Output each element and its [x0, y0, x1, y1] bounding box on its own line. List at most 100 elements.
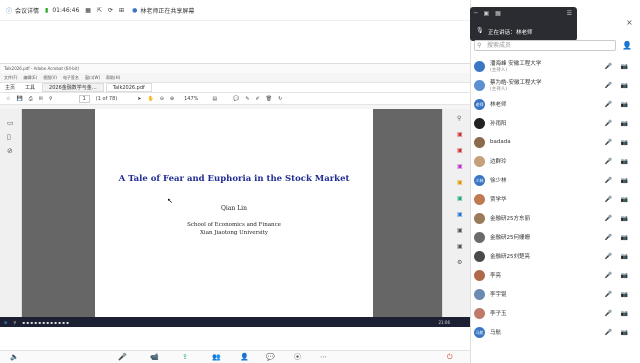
record-icon[interactable]: ⦿	[294, 352, 301, 362]
print-icon[interactable]: ⎙	[29, 96, 33, 102]
gallery-icon[interactable]: ▦	[495, 10, 501, 17]
member-row[interactable]: 李宇锟 🎤 📷	[474, 286, 634, 302]
tool-create-icon[interactable]: ▣	[457, 147, 463, 154]
camera-off-icon[interactable]: 📷	[621, 158, 628, 165]
invite-icon[interactable]: 👤	[240, 353, 249, 361]
tool-comment-icon[interactable]: ▣	[457, 179, 463, 186]
pages-icon[interactable]: ▯	[7, 133, 11, 141]
layout-icon[interactable]: ▦	[85, 7, 91, 14]
refresh-icon[interactable]: ⟳	[108, 7, 113, 14]
mic-muted-icon[interactable]: 🎤	[605, 215, 612, 222]
taskbar-search-icon[interactable]: ⚲	[13, 320, 16, 325]
mic-muted-icon[interactable]: 🎤	[605, 82, 612, 89]
camera-off-icon[interactable]: 📷	[621, 139, 628, 146]
camera-off-icon[interactable]: 📷	[621, 234, 628, 241]
tab-tools[interactable]: 工具	[20, 84, 40, 91]
tab-document-2[interactable]: Talk2026.pdf	[105, 83, 152, 92]
camera-off-icon[interactable]: 📷	[621, 177, 628, 184]
mic-muted-icon[interactable]: 🎤	[605, 158, 612, 165]
menu-view[interactable]: 视图(V)	[43, 73, 57, 82]
video-icon[interactable]: 📹	[150, 353, 159, 361]
camera-off-icon[interactable]: 📷	[621, 310, 628, 317]
menu-window[interactable]: 窗口(W)	[85, 73, 100, 82]
mic-icon[interactable]: 🎤	[118, 353, 127, 361]
page-number-input[interactable]: 1	[78, 94, 90, 103]
member-row[interactable]: 孙雨阳 🎤 📷	[474, 115, 634, 131]
tool-search-icon[interactable]: ⚲	[457, 115, 461, 122]
highlight-icon[interactable]: ✐	[256, 96, 260, 102]
meeting-details-link[interactable]: 会议详情	[15, 6, 39, 15]
member-row[interactable]: 金融研25刘楚亮 🎤 📷	[474, 248, 634, 264]
mic-muted-icon[interactable]: 🎤	[605, 101, 612, 108]
end-meeting-icon[interactable]: ⏻	[447, 353, 453, 362]
camera-off-icon[interactable]: 📷	[621, 272, 628, 279]
camera-off-icon[interactable]: 📷	[621, 82, 628, 89]
mic-muted-icon[interactable]: 🎤	[605, 291, 612, 298]
share-icon[interactable]: ⇱	[97, 7, 102, 14]
tab-document-1[interactable]: 2026金融数学与金…	[42, 83, 104, 92]
tool-export-icon[interactable]: ▣	[457, 131, 463, 138]
member-row[interactable]: 潘海峰 安徽工程大学 (主持人) 🎤 📷	[474, 58, 634, 74]
hand-icon[interactable]: ✋	[147, 96, 153, 102]
member-row[interactable]: 金融研25方东丽 🎤 📷	[474, 210, 634, 226]
attachment-icon[interactable]: ⊘	[7, 147, 13, 155]
zoom-level[interactable]: 147%	[184, 96, 198, 102]
member-row[interactable]: 老师 林老师 🎤 📷	[474, 96, 634, 112]
member-row[interactable]: 少林 徐少林 🎤 📷	[474, 172, 634, 188]
bookmark-icon[interactable]: ▭	[7, 119, 14, 127]
member-row[interactable]: 金融研25何姗姗 🎤 📷	[474, 229, 634, 245]
members-icon[interactable]: 👥	[212, 353, 221, 361]
mic-muted-icon[interactable]: 🎤	[605, 139, 612, 146]
mic-muted-icon[interactable]: 🎤	[605, 120, 612, 127]
member-row[interactable]: 边群玲 🎤 📷	[474, 153, 634, 169]
camera-off-icon[interactable]: 📷	[621, 196, 628, 203]
member-row[interactable]: 马航 马航 🎤 📷	[474, 324, 634, 340]
windows-start-icon[interactable]: ⊞	[4, 320, 7, 325]
close-panel-icon[interactable]: ×	[626, 18, 633, 27]
speaker-menu-icon[interactable]: ☰	[567, 10, 572, 17]
mic-muted-icon[interactable]: 🎤	[605, 63, 612, 70]
tool-scan-icon[interactable]: ▣	[457, 243, 463, 250]
member-row[interactable]: 贾学华 🎤 📷	[474, 191, 634, 207]
pen-icon[interactable]: ✎	[245, 96, 249, 102]
tool-more-icon[interactable]: ⚙	[457, 259, 462, 266]
add-member-icon[interactable]: 👤	[622, 41, 632, 50]
fit-page-icon[interactable]: ▤	[212, 96, 217, 102]
camera-off-icon[interactable]: 📷	[621, 215, 628, 222]
comment-icon[interactable]: 💬	[233, 96, 239, 102]
lock-icon[interactable]: ⊞	[119, 7, 124, 14]
apps-icon[interactable]: ⋯	[320, 353, 327, 361]
select-cursor-icon[interactable]: ➤	[137, 96, 141, 102]
zoom-search-icon[interactable]: ⚲	[49, 96, 53, 102]
mic-muted-icon[interactable]: 🎤	[605, 177, 612, 184]
tool-organize-icon[interactable]: ▣	[457, 211, 463, 218]
mic-muted-icon[interactable]: 🎤	[605, 253, 612, 260]
star-icon[interactable]: ☆	[6, 96, 10, 102]
mic-muted-icon[interactable]: 🎤	[605, 329, 612, 336]
zoom-in-icon[interactable]: ⊕	[170, 96, 174, 102]
mic-muted-icon[interactable]: 🎤	[605, 272, 612, 279]
mic-muted-icon[interactable]: 🎤	[605, 196, 612, 203]
zoom-out-icon[interactable]: ⊖	[160, 96, 164, 102]
camera-off-icon[interactable]: 📷	[621, 329, 628, 336]
menu-esign[interactable]: 电子签名	[63, 73, 79, 82]
member-search-input[interactable]: 搜索成员	[474, 40, 616, 51]
menu-edit[interactable]: 编辑(E)	[23, 73, 37, 82]
menu-file[interactable]: 文件(F)	[4, 73, 17, 82]
camera-off-icon[interactable]: 📷	[621, 253, 628, 260]
member-row[interactable]: 李子玉 🎤 📷	[474, 305, 634, 321]
rotate-icon[interactable]: ↻	[278, 96, 282, 102]
camera-off-icon[interactable]: 📷	[621, 120, 628, 127]
tab-home[interactable]: 主页	[0, 84, 20, 91]
mail-icon[interactable]: ✉	[39, 96, 43, 102]
minimize-icon[interactable]: ─	[474, 10, 478, 17]
member-row[interactable]: 蔡为皓-安徽工程大学 (主持人) 🎤 📷	[474, 77, 634, 93]
taskbar-apps-icon[interactable]: ▪ ▪ ▪ ▪ ▪ ▪ ▪ ▪ ▪ ▪ ▪ ▪	[22, 320, 69, 325]
tool-combine-icon[interactable]: ▣	[457, 195, 463, 202]
member-row[interactable]: badada 🎤 📷	[474, 134, 634, 150]
meeting-info-icon[interactable]: ⓘ	[6, 6, 12, 15]
tool-protect-icon[interactable]: ▣	[457, 227, 463, 234]
grid-icon[interactable]: ▣	[484, 10, 490, 17]
tool-edit-icon[interactable]: ▣	[457, 163, 463, 170]
member-row[interactable]: 李亮 🎤 📷	[474, 267, 634, 283]
